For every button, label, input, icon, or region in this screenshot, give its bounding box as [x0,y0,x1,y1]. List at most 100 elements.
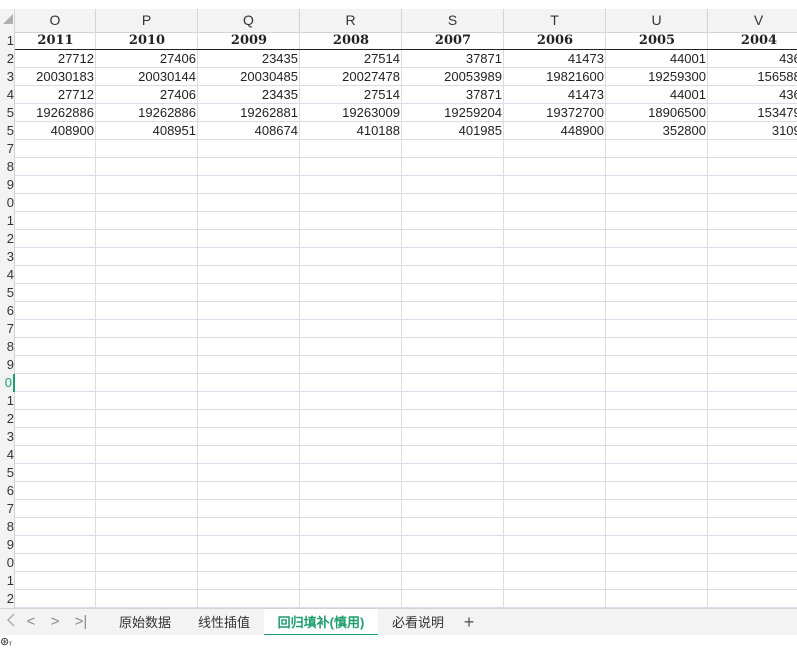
data-cell[interactable]: 27712 [15,86,96,104]
row-header[interactable]: 9 [0,536,15,554]
row-header[interactable]: 0 [0,374,15,392]
data-cell[interactable]: 44001 [606,50,708,68]
last-sheet-button[interactable]: >| [72,613,90,631]
data-cell[interactable]: 1565880 [708,68,797,86]
row-header[interactable]: 9 [0,356,15,374]
data-cell[interactable]: 4366 [708,86,797,104]
data-cell[interactable]: 401985 [402,122,504,140]
row-header[interactable]: 7 [0,140,15,158]
row-header[interactable]: 0 [0,194,15,212]
tab-linear-interpolation[interactable]: 线性插值 [188,609,260,636]
data-cell[interactable]: 352800 [606,122,708,140]
row-header[interactable]: 5 [0,284,15,302]
column-header-p[interactable]: P [96,9,198,32]
tab-original-data[interactable]: 原始数据 [110,609,180,636]
data-cell[interactable]: 408951 [96,122,198,140]
row-header[interactable]: 0 [0,554,15,572]
row-header[interactable]: 9 [0,176,15,194]
data-cell[interactable]: 4366 [708,50,797,68]
row-header[interactable]: 5 [0,104,15,122]
year-header-cell[interactable]: 2011 [15,32,96,50]
column-header-o[interactable]: O [15,9,96,32]
row-header[interactable]: 2 [0,230,15,248]
row-header[interactable]: 2 [0,410,15,428]
data-cell[interactable]: 20030485 [198,68,300,86]
year-header-cell[interactable]: 2006 [504,32,606,50]
data-cell[interactable]: 27514 [300,50,402,68]
row-header[interactable]: 5 [0,122,15,140]
data-cell[interactable]: 44001 [606,86,708,104]
tab-must-read[interactable]: 必看说明 [384,609,452,636]
data-cell[interactable]: 19262886 [15,104,96,122]
data-cell[interactable]: 27406 [96,50,198,68]
row-header[interactable]: 4 [0,446,15,464]
row-header[interactable]: 8 [0,518,15,536]
data-cell[interactable]: 19262886 [96,104,198,122]
row-header[interactable]: 1 [0,392,15,410]
row-header[interactable]: 1 [0,572,15,590]
row-header[interactable]: 8 [0,338,15,356]
data-cell[interactable]: 19372700 [504,104,606,122]
row-header[interactable]: 4 [0,86,15,104]
row-header[interactable]: 1 [0,212,15,230]
data-cell[interactable]: 20030183 [15,68,96,86]
data-cell[interactable]: 23435 [198,50,300,68]
year-header-cell[interactable]: 2007 [402,32,504,50]
year-header-cell[interactable]: 2008 [300,32,402,50]
data-cell[interactable]: 37871 [402,86,504,104]
data-cell[interactable]: 27514 [300,86,402,104]
row-header[interactable]: 6 [0,302,15,320]
row-header[interactable]: 7 [0,500,15,518]
data-cell[interactable]: 410188 [300,122,402,140]
column-header-s[interactable]: S [402,9,504,32]
prev-sheet-button[interactable]: < [22,613,40,631]
data-cell[interactable]: 408900 [15,122,96,140]
column-header-u[interactable]: U [606,9,708,32]
data-cell[interactable]: 19259300 [606,68,708,86]
data-cell[interactable]: 20030144 [96,68,198,86]
row-header[interactable]: 2 [0,50,15,68]
data-cell[interactable]: 19262881 [198,104,300,122]
column-header-v[interactable]: V [708,9,797,32]
first-sheet-button[interactable] [2,613,20,631]
data-cell[interactable]: 31090 [708,122,797,140]
select-all-corner[interactable] [0,9,15,32]
row-header[interactable]: 3 [0,68,15,86]
row-header[interactable]: 6 [0,482,15,500]
data-cell[interactable]: 1534790 [708,104,797,122]
data-cell[interactable]: 19259204 [402,104,504,122]
row-header[interactable]: 2 [0,590,15,608]
column-header-t[interactable]: T [504,9,606,32]
add-sheet-button[interactable]: + [460,611,478,633]
column-header-q[interactable]: Q [198,9,300,32]
data-cell[interactable]: 18906500 [606,104,708,122]
row-header[interactable]: 8 [0,158,15,176]
year-header-cell[interactable]: 2005 [606,32,708,50]
cell-area[interactable]: 2011 2010 2009 2008 2007 2006 2005 2004 27712 274… [15,32,797,608]
row-header[interactable]: 4 [0,266,15,284]
column-header-r[interactable]: R [300,9,402,32]
data-cell[interactable]: 37871 [402,50,504,68]
year-header-cell[interactable]: 2009 [198,32,300,50]
data-cell[interactable]: 448900 [504,122,606,140]
data-cell[interactable]: 27712 [15,50,96,68]
data-cell[interactable]: 20027478 [300,68,402,86]
data-cell[interactable]: 19821600 [504,68,606,86]
next-sheet-button[interactable]: > [46,613,64,631]
year-header-cell[interactable]: 2010 [96,32,198,50]
row-header[interactable]: 3 [0,428,15,446]
row-header[interactable]: 1 [0,32,15,50]
data-cell[interactable]: 20053989 [402,68,504,86]
data-cell[interactable]: 41473 [504,86,606,104]
row-header-column: 12345578901234567890123456789012 [0,32,15,608]
data-cell[interactable]: 23435 [198,86,300,104]
data-cell[interactable]: 408674 [198,122,300,140]
row-header[interactable]: 3 [0,248,15,266]
tab-regression-fill[interactable]: 回归填补(慎用) [264,609,378,636]
data-cell[interactable]: 19263009 [300,104,402,122]
year-header-cell[interactable]: 2004 [708,32,797,50]
row-header[interactable]: 5 [0,464,15,482]
data-cell[interactable]: 41473 [504,50,606,68]
row-header[interactable]: 7 [0,320,15,338]
data-cell[interactable]: 27406 [96,86,198,104]
